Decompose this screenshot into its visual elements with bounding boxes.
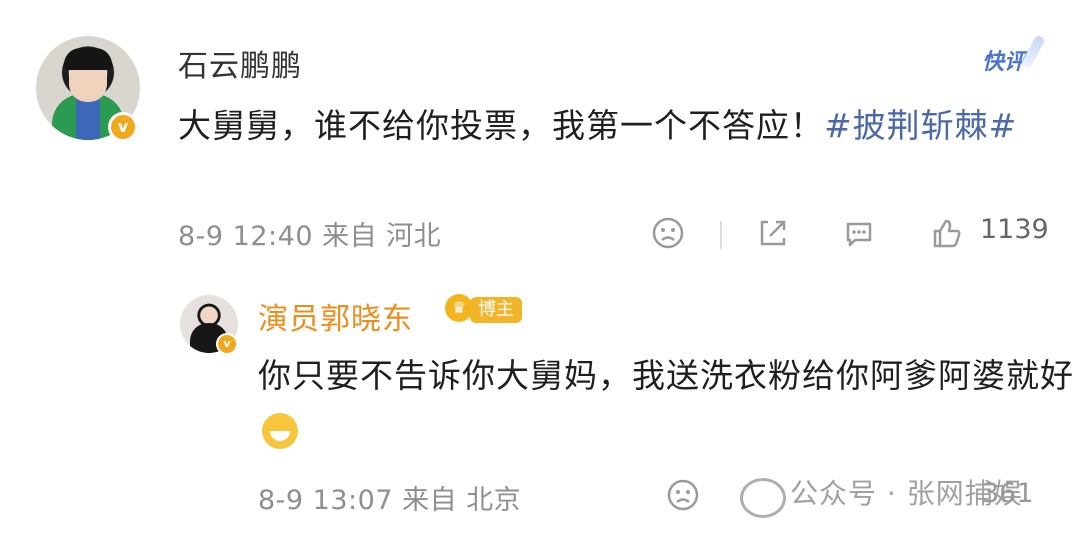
sad-face-icon[interactable] [666,478,700,512]
reply-meta: 8-9 13:07 来自 北京 [258,478,521,517]
reply-text: 你只要不告诉你大舅妈，我送洗衣粉给你阿爹阿婆就好 [258,348,1078,460]
reply-time: 8-9 13:07 [258,485,393,516]
avatar-shirt [76,98,100,140]
avatar-hair [64,48,112,70]
reply-source: 来自 北京 [402,485,522,516]
post-source: 来自 河北 [322,221,442,252]
action-divider [720,221,722,249]
post-text: 大舅舅，谁不给你投票，我第一个不答应！#披荆斩棘# [178,98,1058,154]
reply-body: 你只要不告诉你大舅妈，我送洗衣粉给你阿爹阿婆就好 [258,356,1074,395]
post-body: 大舅舅，谁不给你投票，我第一个不答应！ [178,106,824,145]
post-time: 8-9 12:40 [178,221,313,252]
verified-badge-icon: v [108,112,138,142]
topic-link[interactable]: #披荆斩棘# [824,106,1017,145]
laugh-cry-emoji-icon [262,413,298,449]
sad-face-icon[interactable] [651,216,685,250]
share-icon[interactable] [756,216,790,250]
wechat-logo-icon [740,478,786,518]
like-count: 1139 [980,214,1049,245]
verified-badge-small-icon: v [216,333,238,355]
reply-username[interactable]: 演员郭晓东 [258,294,413,338]
like-icon[interactable] [928,215,964,251]
crown-icon: ♛ [445,294,473,322]
blogger-badge: 博主 [470,297,522,323]
reply-like-count: 361 [982,478,1034,509]
comment-icon[interactable] [842,216,876,250]
post-meta: 8-9 12:40 来自 河北 [178,214,441,253]
post-username[interactable]: 石云鹏鹏 [178,41,302,85]
quick-comment-badge: 快评 [982,44,1026,76]
